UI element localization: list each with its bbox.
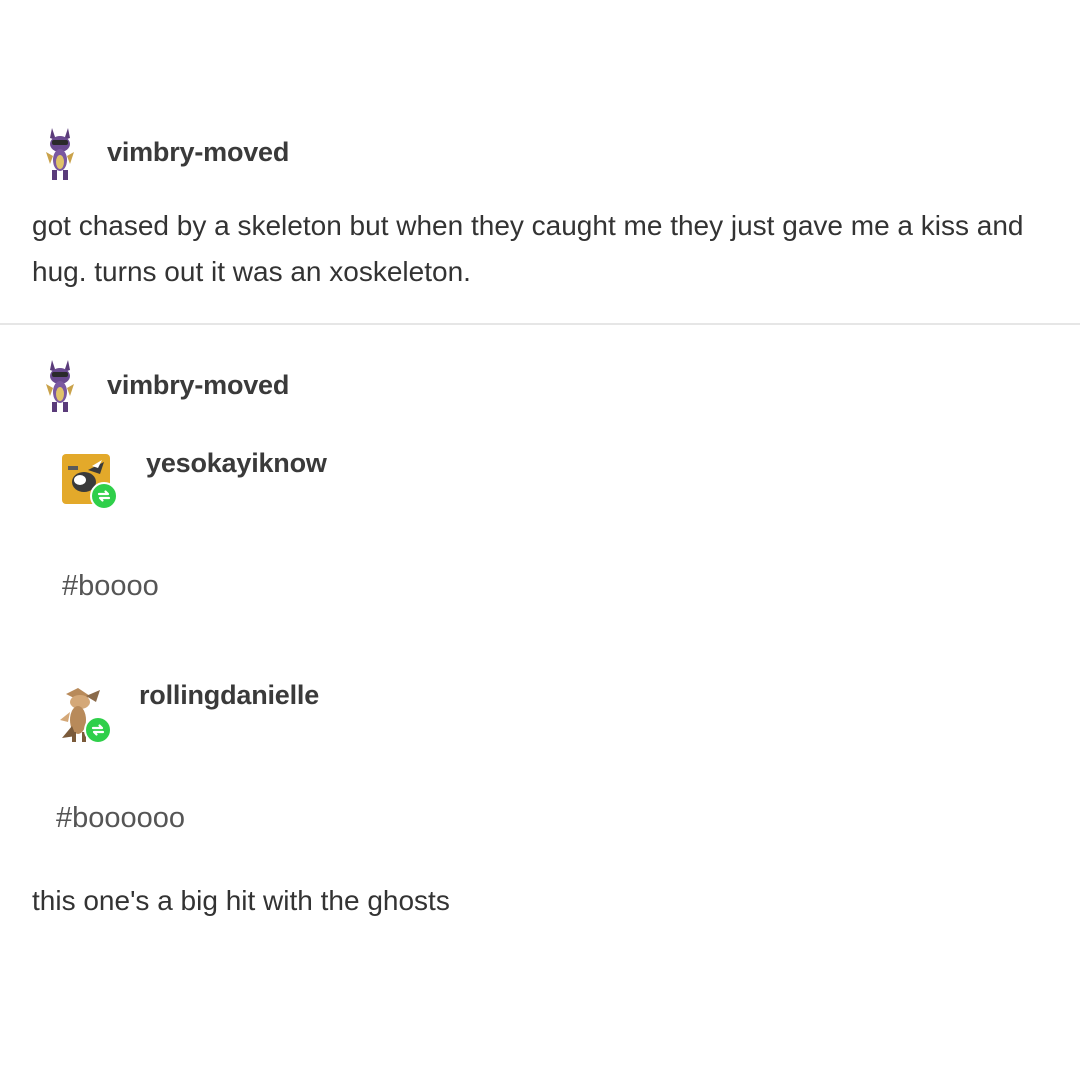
reblog-username[interactable]: yesokayiknow	[146, 448, 327, 479]
reblog-entry: rollingdanielle #boooooo	[0, 678, 1080, 858]
yellow-bird-avatar-icon[interactable]	[62, 454, 118, 510]
post-author-username[interactable]: vimbry-moved	[107, 370, 289, 401]
reblog-icon	[90, 482, 118, 510]
reblog-entry: yesokayiknow #boooo	[0, 446, 1080, 626]
purple-dragon-avatar-icon[interactable]	[38, 126, 82, 182]
purple-dragon-avatar-icon[interactable]	[38, 358, 82, 414]
post-divider	[0, 323, 1080, 325]
post-tag[interactable]: #boooooo	[56, 802, 185, 835]
reblog-icon	[84, 716, 112, 744]
reblog-username[interactable]: rollingdanielle	[139, 680, 319, 711]
post-body-text: this one's a big hit with the ghosts	[32, 885, 450, 916]
post-author-username[interactable]: vimbry-moved	[107, 137, 289, 168]
post-body-text: got chased by a skeleton but when they c…	[32, 210, 1024, 287]
post-2: vimbry-moved yesokayiknow #boooo rolling…	[0, 326, 1080, 1080]
brown-dragon-avatar-icon[interactable]	[56, 686, 118, 746]
post-1: vimbry-moved got chased by a skeleton bu…	[0, 0, 1080, 324]
post-tag[interactable]: #boooo	[62, 570, 159, 603]
